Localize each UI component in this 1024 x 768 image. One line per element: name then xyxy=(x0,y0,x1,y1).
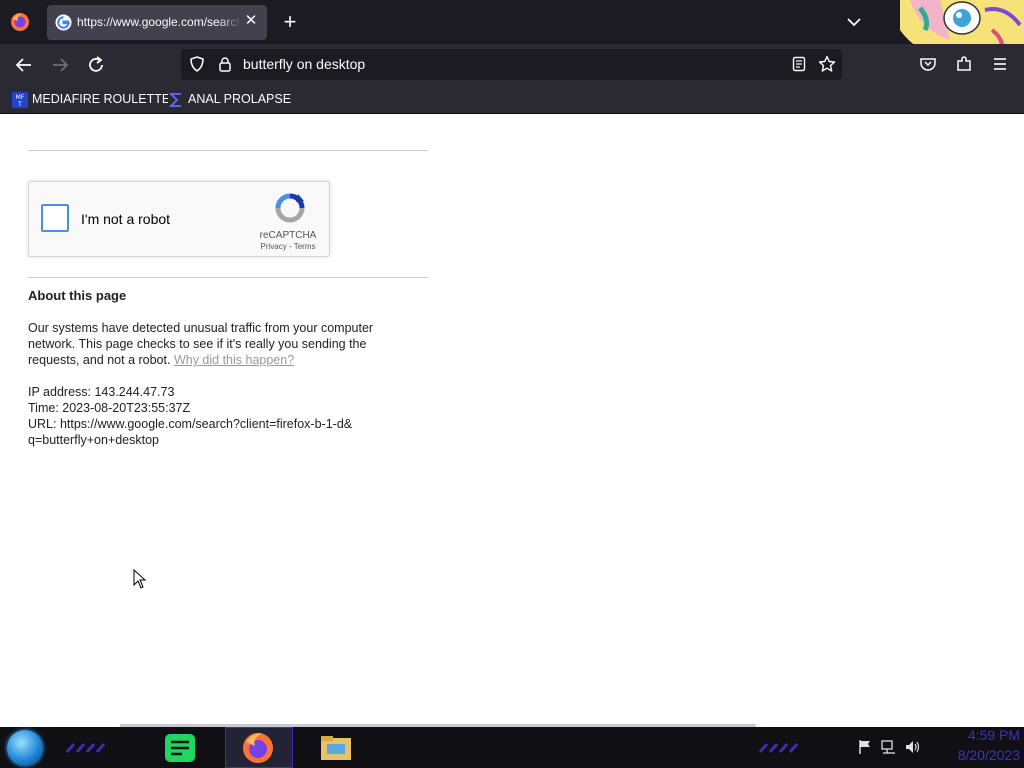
ip-address-line: IP address: 143.244.47.73 xyxy=(28,385,175,399)
reader-view-icon[interactable] xyxy=(791,56,807,72)
network-icon[interactable] xyxy=(881,739,897,755)
recaptcha-privacy-link[interactable]: Privacy xyxy=(261,242,287,251)
bookmark-label: ANAL PROLAPSE xyxy=(188,92,292,106)
address-bar[interactable]: butterfly on desktop xyxy=(181,49,842,80)
address-bar-text[interactable]: butterfly on desktop xyxy=(243,56,365,72)
forward-arrow-icon[interactable] xyxy=(49,54,71,76)
url-line: URL: https://www.google.com/search?clien… xyxy=(28,417,353,447)
file-explorer-icon[interactable] xyxy=(318,730,354,766)
bookmark-label: MEDIAFIRE ROULETTER xyxy=(32,92,180,106)
bookmark-star-icon[interactable] xyxy=(818,55,836,73)
notepad-app-icon[interactable] xyxy=(162,730,198,766)
clock-date[interactable]: 8/20/2023 xyxy=(930,747,1020,763)
list-all-tabs-chevron-icon[interactable] xyxy=(845,14,863,30)
start-button[interactable] xyxy=(7,730,43,766)
about-heading: About this page xyxy=(28,288,127,303)
tab-close-icon[interactable]: ✕ xyxy=(243,13,259,29)
taskbar-decoration-left xyxy=(65,743,106,753)
recaptcha-brand: reCAPTCHA xyxy=(259,230,317,241)
volume-speaker-icon[interactable] xyxy=(905,739,921,755)
sigma-bookmark-icon xyxy=(168,91,184,108)
bookmark-mediafire-rouletter[interactable]: MF T MEDIAFIRE ROULETTER xyxy=(12,90,179,108)
taskbar-decoration-right xyxy=(758,743,799,753)
extensions-puzzle-icon[interactable] xyxy=(955,55,973,73)
navigation-toolbar: butterfly on desktop xyxy=(0,44,1024,85)
reload-icon[interactable] xyxy=(85,54,107,76)
action-center-flag-icon[interactable] xyxy=(857,739,873,755)
recaptcha-links-separator: - xyxy=(286,242,294,251)
svg-text:T: T xyxy=(17,101,22,108)
top-divider xyxy=(28,150,428,151)
back-arrow-icon[interactable] xyxy=(13,54,35,76)
clock-time[interactable]: 4:59 PM xyxy=(930,727,1020,743)
middle-divider xyxy=(28,277,428,278)
lock-icon[interactable] xyxy=(217,56,233,72)
mouse-pointer-icon xyxy=(133,569,147,589)
hamburger-menu-icon[interactable] xyxy=(991,55,1009,73)
tab-title: https://www.google.com/search?client=fir… xyxy=(77,15,241,29)
taskbar: 4:59 PM 8/20/2023 xyxy=(0,727,1024,768)
recaptcha-label: I'm not a robot xyxy=(81,211,171,227)
bookmark-anal-prolapse[interactable]: ANAL PROLAPSE xyxy=(168,90,291,108)
recaptcha-links: Privacy - Terms xyxy=(253,242,323,251)
recaptcha-terms-link[interactable]: Terms xyxy=(294,242,316,251)
why-did-this-happen-link[interactable]: Why did this happen? xyxy=(174,353,294,367)
google-g-icon xyxy=(55,14,72,31)
time-line: Time: 2023-08-20T23:55:37Z xyxy=(28,401,191,415)
bookmarks-toolbar: MF T MEDIAFIRE ROULETTER ANAL PROLAPSE xyxy=(0,85,1024,114)
pocket-icon[interactable] xyxy=(919,55,937,73)
mediafire-icon: MF T xyxy=(12,91,28,108)
recaptcha-widget: I'm not a robot reCAPTCHA Privacy - Term… xyxy=(28,181,330,257)
recaptcha-checkbox[interactable] xyxy=(41,204,69,232)
new-tab-icon[interactable]: + xyxy=(280,11,300,33)
about-paragraph: Our systems have detected unusual traffi… xyxy=(28,320,408,368)
tab-strip: https://www.google.com/search?client=fir… xyxy=(0,0,1024,64)
svg-text:MF: MF xyxy=(16,94,25,101)
tracking-protection-shield-icon[interactable] xyxy=(189,56,205,72)
firefox-taskbar-icon[interactable] xyxy=(240,730,276,766)
recaptcha-logo-icon xyxy=(275,193,305,223)
active-tab[interactable]: https://www.google.com/search?client=fir… xyxy=(47,5,267,40)
firefox-menu-icon[interactable] xyxy=(10,12,30,32)
